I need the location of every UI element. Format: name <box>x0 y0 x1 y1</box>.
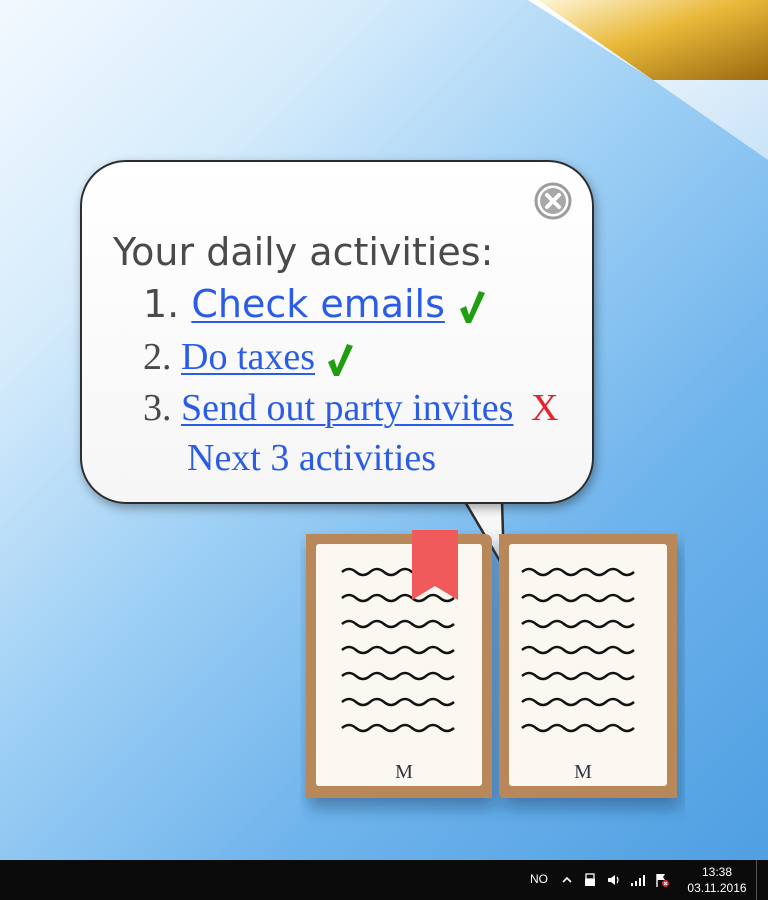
next-activities-link[interactable]: Next 3 activities <box>187 436 436 480</box>
check-icon <box>327 344 353 377</box>
book-icon: M M <box>306 530 677 798</box>
volume-icon[interactable] <box>606 872 622 888</box>
taskbar: NO 13:38 03.11.2016 <box>0 860 768 900</box>
clock-date[interactable]: 03.11.2016 <box>684 881 750 895</box>
close-icon <box>534 182 572 220</box>
show-desktop-button[interactable] <box>756 860 766 900</box>
desktop-corner-decoration <box>528 0 768 160</box>
flag-alert-icon[interactable] <box>654 872 670 888</box>
activity-link-send-party-invites[interactable]: Send out party invites <box>181 387 513 429</box>
activity-item-1: 1. Check emails <box>143 280 487 328</box>
check-icon <box>460 290 486 323</box>
activity-link-check-emails[interactable]: Check emails <box>191 282 445 326</box>
language-indicator[interactable]: NO <box>530 872 548 886</box>
chevron-up-icon[interactable] <box>559 872 575 888</box>
left-page-letter: M <box>395 761 413 783</box>
popup-heading: Your daily activities: <box>113 230 494 274</box>
signal-icon[interactable] <box>630 872 646 888</box>
clock-time[interactable]: 13:38 <box>697 865 737 879</box>
activity-number: 2. <box>143 336 181 378</box>
activity-item-2: 2. Do taxes <box>143 335 355 379</box>
close-button[interactable] <box>534 182 572 220</box>
activity-item-3: 3. Send out party invites X <box>143 386 558 430</box>
not-done-mark: X <box>530 387 559 429</box>
right-page-letter: M <box>574 761 592 783</box>
activity-number: 1. <box>143 282 192 326</box>
activity-number: 3. <box>143 387 181 429</box>
activity-link-do-taxes[interactable]: Do taxes <box>181 336 315 378</box>
usb-icon[interactable] <box>582 872 598 888</box>
